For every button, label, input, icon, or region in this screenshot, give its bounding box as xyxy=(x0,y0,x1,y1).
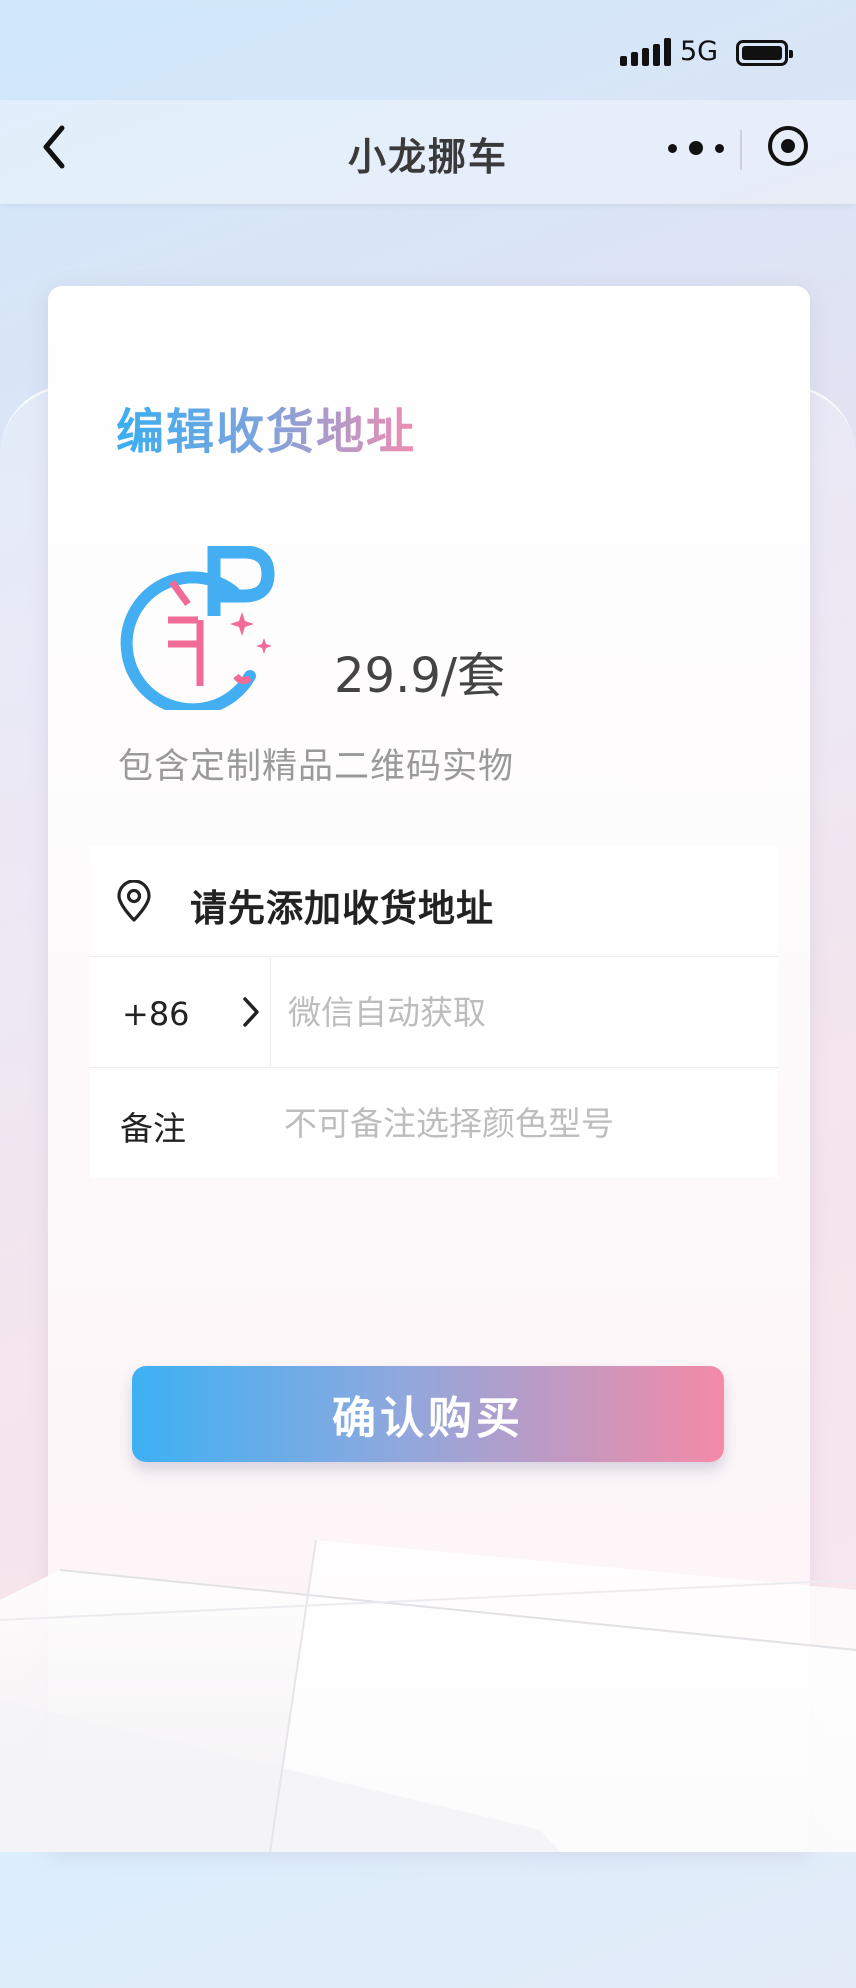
phone-input[interactable] xyxy=(286,981,750,1043)
price-label: 29.9/套 xyxy=(334,648,506,704)
record-target-icon[interactable] xyxy=(768,126,808,166)
phone-row: +86 xyxy=(90,957,778,1068)
page-title: 小龙挪车 xyxy=(347,135,508,179)
location-pin-icon xyxy=(117,880,151,922)
section-title: 编辑收货地址 xyxy=(116,392,416,462)
network-label: 5G xyxy=(680,36,719,67)
product-description: 包含定制精品二维码实物 xyxy=(118,747,515,787)
capsule-divider xyxy=(740,130,742,170)
confirm-purchase-button[interactable]: 确认购买 xyxy=(132,1366,724,1462)
address-card: 编辑收货地址 29.9/套 包含定制精品二维码实物 请先添加收货地址 +86 微… xyxy=(48,286,810,1852)
country-code[interactable]: +86 xyxy=(122,995,190,1033)
note-row: 备注 xyxy=(90,1068,778,1178)
signal-icon xyxy=(620,38,671,66)
note-input[interactable] xyxy=(282,1092,756,1154)
field-divider xyxy=(270,957,271,1067)
more-dots-icon[interactable] xyxy=(668,136,724,160)
add-address-row[interactable]: 请先添加收货地址 xyxy=(90,846,778,957)
add-address-prompt: 请先添加收货地址 xyxy=(190,887,494,930)
chevron-right-icon[interactable] xyxy=(240,995,262,1029)
address-form: 请先添加收货地址 +86 备注 xyxy=(90,846,778,1178)
parking-logo-icon xyxy=(120,546,275,710)
battery-icon xyxy=(736,40,793,66)
status-bar: 5G xyxy=(0,0,856,110)
navigation-bar: 小龙挪车 xyxy=(0,100,856,204)
note-label: 备注 xyxy=(120,1109,186,1148)
